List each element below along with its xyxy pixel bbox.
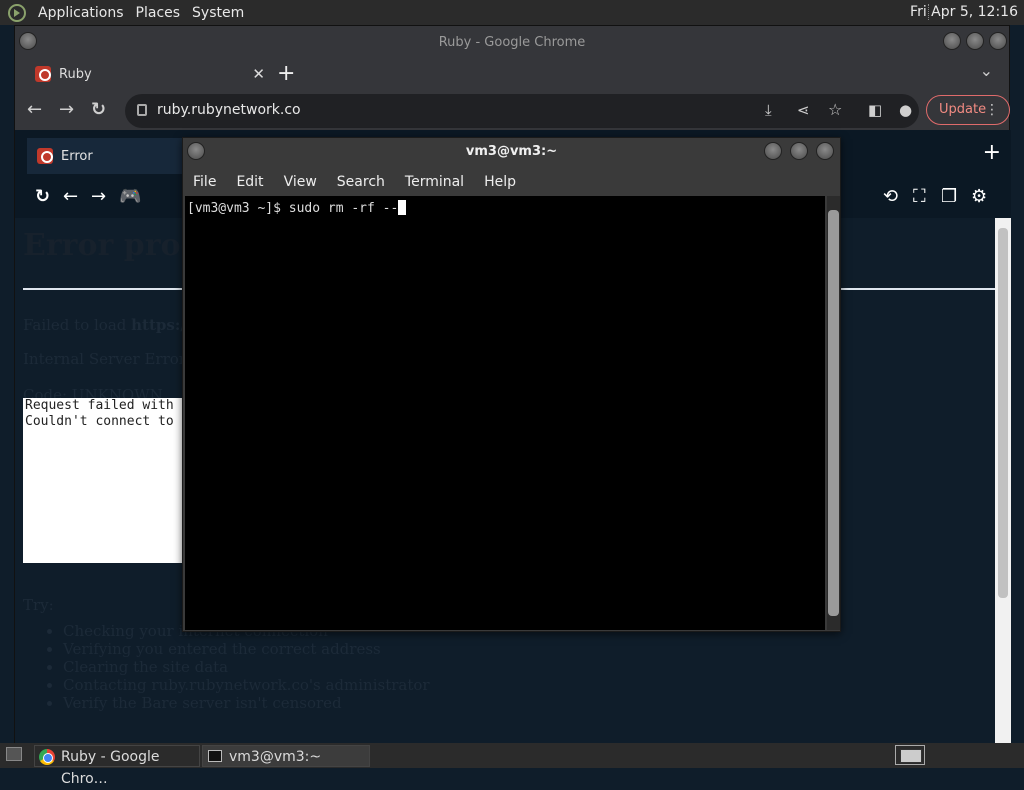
system-menu[interactable]: System bbox=[186, 5, 250, 21]
update-button[interactable]: Update ⋮ bbox=[926, 95, 1010, 125]
taskbar-terminal-label: vm3@vm3:~ bbox=[229, 749, 322, 765]
url-text[interactable]: ruby.rubynetwork.co bbox=[157, 102, 301, 118]
failed-to-load-text: Failed to load https:// bbox=[23, 316, 191, 334]
terminal-maximize-button[interactable] bbox=[790, 142, 808, 160]
taskbar-item-terminal[interactable]: vm3@vm3:~ bbox=[202, 745, 370, 767]
address-bar[interactable]: ruby.rubynetwork.co ⤓ ⋖ ☆ bbox=[125, 94, 919, 128]
terminal-cursor bbox=[398, 200, 407, 215]
more-menu-icon[interactable]: ⋮ bbox=[985, 96, 999, 124]
ruby-history-icon[interactable]: ⟲ bbox=[883, 186, 898, 207]
new-tab-button[interactable]: + bbox=[277, 61, 295, 86]
ruby-tab-error[interactable]: Error bbox=[27, 138, 187, 174]
bottom-taskbar: Ruby - Google Chro… vm3@vm3:~ bbox=[0, 743, 1024, 787]
terminal-screen[interactable]: [vm3@vm3 ~]$ sudo rm -rf -- bbox=[185, 196, 825, 630]
profile-avatar-icon[interactable]: ● bbox=[899, 101, 912, 119]
ruby-favicon-icon bbox=[35, 66, 51, 82]
list-item: Contacting ruby.rubynetwork.co's adminis… bbox=[63, 676, 430, 694]
list-item: Clearing the site data bbox=[63, 658, 430, 676]
list-item: Verifying you entered the correct addres… bbox=[63, 640, 430, 658]
chrome-icon bbox=[39, 749, 55, 765]
tab-strip: Ruby ✕ + ⌄ bbox=[15, 59, 1009, 89]
suggestions-list: Checking your internet connection Verify… bbox=[63, 622, 430, 712]
applications-menu[interactable]: Applications bbox=[32, 5, 130, 21]
tab-search-chevron-icon[interactable]: ⌄ bbox=[980, 61, 993, 80]
back-arrow-icon[interactable]: ← bbox=[27, 101, 42, 119]
ruby-games-icon[interactable]: 🎮 bbox=[119, 186, 141, 207]
ruby-error-favicon-icon bbox=[37, 148, 53, 164]
ruby-settings-gear-icon[interactable]: ⚙ bbox=[971, 186, 987, 207]
status-text: Internal Server Error bbox=[23, 350, 186, 368]
window-menu-icon[interactable] bbox=[19, 32, 37, 50]
maximize-button[interactable] bbox=[966, 32, 984, 50]
terminal-prompt-line: [vm3@vm3 ~]$ sudo rm -rf -- bbox=[187, 201, 399, 216]
terminal-window-menu-icon[interactable] bbox=[187, 142, 205, 160]
menu-file[interactable]: File bbox=[183, 174, 226, 190]
terminal-minimize-button[interactable] bbox=[764, 142, 782, 160]
try-label: Try: bbox=[23, 596, 54, 614]
workspace-switcher[interactable] bbox=[895, 745, 925, 765]
ruby-tab-label: Error bbox=[61, 148, 93, 164]
terminal-titlebar[interactable]: vm3@vm3:~ bbox=[183, 138, 840, 168]
page-scrollbar[interactable] bbox=[995, 218, 1011, 744]
terminal-icon bbox=[208, 750, 222, 762]
terminal-scrollbar[interactable] bbox=[827, 196, 840, 630]
bookmark-star-icon[interactable]: ☆ bbox=[828, 101, 842, 119]
side-panel-icon[interactable]: ◧ bbox=[868, 101, 882, 119]
terminal-close-button[interactable] bbox=[816, 142, 834, 160]
failed-prefix: Failed to load bbox=[23, 316, 132, 334]
page-scrollbar-thumb[interactable] bbox=[998, 228, 1008, 598]
reload-icon[interactable]: ↻ bbox=[91, 101, 106, 119]
ruby-copy-icon[interactable]: ❐ bbox=[941, 186, 957, 207]
places-menu[interactable]: Places bbox=[130, 5, 187, 21]
terminal-title: vm3@vm3:~ bbox=[465, 144, 558, 159]
minimize-button[interactable] bbox=[943, 32, 961, 50]
terminal-menubar: File Edit View Search Terminal Help bbox=[183, 168, 840, 196]
menu-edit[interactable]: Edit bbox=[226, 174, 273, 190]
menu-help[interactable]: Help bbox=[474, 174, 526, 190]
ruby-forward-icon[interactable]: → bbox=[91, 186, 106, 207]
install-app-icon[interactable]: ⤓ bbox=[765, 101, 772, 119]
close-button[interactable] bbox=[989, 32, 1007, 50]
menu-terminal[interactable]: Terminal bbox=[395, 174, 474, 190]
close-tab-icon[interactable]: ✕ bbox=[252, 65, 265, 83]
chrome-window-title: Ruby - Google Chrome bbox=[438, 35, 586, 50]
forward-arrow-icon[interactable]: → bbox=[59, 101, 74, 119]
tab-ruby[interactable]: Ruby ✕ bbox=[25, 59, 265, 89]
distro-logo-icon[interactable] bbox=[8, 3, 26, 22]
menu-search[interactable]: Search bbox=[327, 174, 395, 190]
menu-view[interactable]: View bbox=[274, 174, 327, 190]
ruby-new-tab-button[interactable]: + bbox=[983, 140, 1001, 165]
chrome-titlebar[interactable]: Ruby - Google Chrome bbox=[15, 26, 1009, 59]
chrome-toolbar: ← → ↻ ruby.rubynetwork.co ⤓ ⋖ ☆ ◧ ● Upda… bbox=[15, 92, 1010, 130]
ruby-reload-icon[interactable]: ↻ bbox=[35, 186, 50, 207]
show-desktop-icon[interactable] bbox=[6, 747, 22, 761]
terminal-window: vm3@vm3:~ File Edit View Search Terminal… bbox=[182, 137, 841, 632]
ruby-back-icon[interactable]: ← bbox=[63, 186, 78, 207]
update-label: Update bbox=[939, 102, 987, 117]
site-info-lock-icon[interactable] bbox=[137, 104, 147, 116]
terminal-scrollbar-thumb[interactable] bbox=[828, 210, 839, 616]
tab-label: Ruby bbox=[59, 66, 92, 82]
taskbar-chrome-label: Ruby - Google Chro… bbox=[61, 749, 160, 787]
list-item: Verify the Bare server isn't censored bbox=[63, 694, 430, 712]
taskbar-item-chrome[interactable]: Ruby - Google Chro… bbox=[34, 745, 200, 787]
top-panel: Applications Places System Fri Apr 5, 12… bbox=[0, 0, 1024, 25]
share-icon[interactable]: ⋖ bbox=[797, 101, 810, 119]
panel-clock[interactable]: Fri Apr 5, 12:16 bbox=[910, 4, 1018, 20]
ruby-fullscreen-icon[interactable]: ⛶ bbox=[913, 186, 926, 207]
